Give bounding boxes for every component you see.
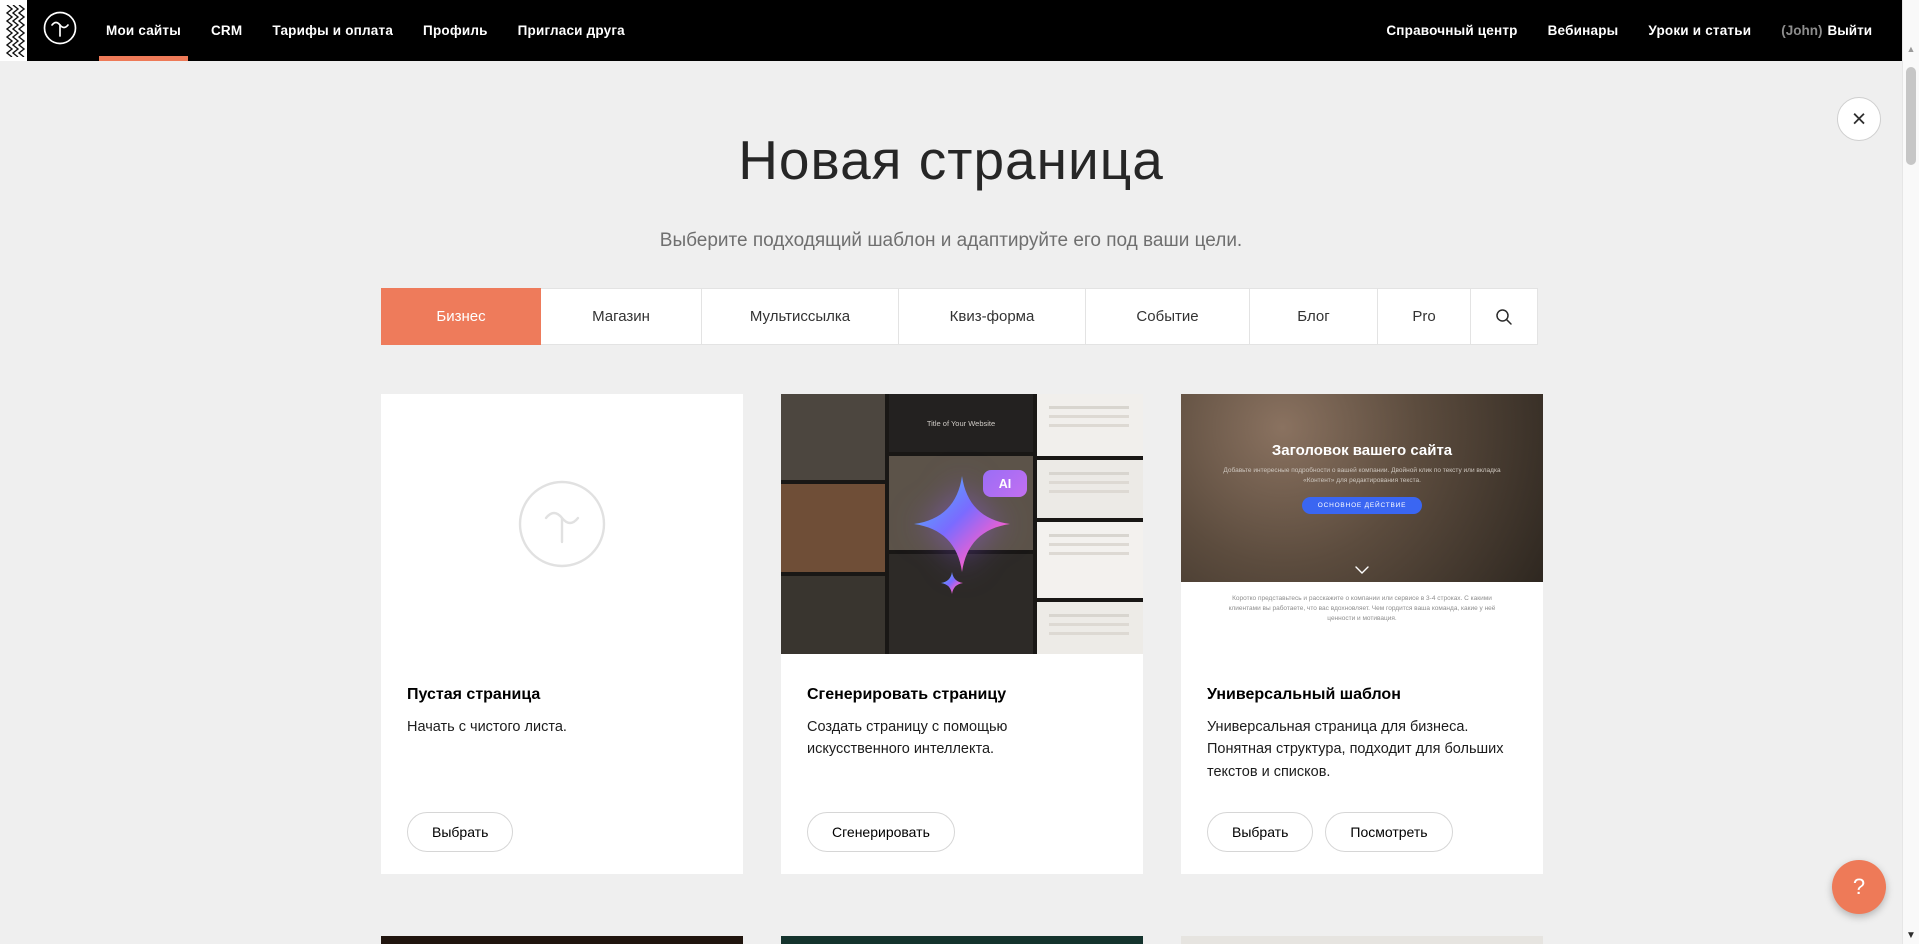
page-scrollbar[interactable]: ▲ ▼: [1902, 0, 1919, 944]
nav-item-pricing[interactable]: Тарифы и оплата: [272, 0, 393, 61]
ai-preview-collage: Title of Your Website AI: [781, 394, 1143, 654]
card-description: Универсальная страница для бизнеса. Поня…: [1207, 716, 1507, 783]
universal-template-preview: Заголовок вашего сайта Добавьте интересн…: [1181, 394, 1543, 654]
template-card-ai-generate: Title of Your Website AI Сгенерировать с…: [781, 394, 1143, 874]
card-title: Пустая страница: [407, 686, 717, 704]
collage-tile: [1037, 460, 1143, 518]
collage-tile: [781, 576, 885, 654]
ai-badge: AI: [983, 470, 1027, 497]
generate-button[interactable]: Сгенерировать: [807, 812, 955, 852]
tab-multilink[interactable]: Мультиссылка: [701, 288, 899, 345]
select-universal-button[interactable]: Выбрать: [1207, 812, 1313, 852]
select-blank-button[interactable]: Выбрать: [407, 812, 513, 852]
tab-event[interactable]: Событие: [1085, 288, 1250, 345]
ai-sparkle-small-icon: [941, 572, 963, 594]
tab-blog[interactable]: Блог: [1249, 288, 1378, 345]
preview-universal-button[interactable]: Посмотреть: [1325, 812, 1452, 852]
nav-item-webinars[interactable]: Вебинары: [1548, 23, 1619, 38]
tab-quiz-form[interactable]: Квиз-форма: [898, 288, 1086, 345]
tab-business[interactable]: Бизнес: [381, 288, 541, 345]
logout-label: Выйти: [1828, 23, 1873, 38]
template-card-universal: Заголовок вашего сайта Добавьте интересн…: [1181, 394, 1543, 874]
collage-tile: [781, 484, 885, 572]
tilda-logo[interactable]: [42, 10, 78, 51]
template-category-tabs: Бизнес Магазин Мультиссылка Квиз-форма С…: [381, 288, 1538, 345]
page-subtitle: Выберите подходящий шаблон и адаптируйте…: [0, 230, 1902, 252]
collage-tile-title: Title of Your Website: [889, 394, 1033, 452]
user-name: (John): [1781, 23, 1822, 38]
search-icon: [1495, 308, 1513, 326]
scroll-up-arrow-icon[interactable]: ▲: [1903, 44, 1919, 54]
main-nav: Мои сайты CRM Тарифы и оплата Профиль Пр…: [106, 0, 625, 61]
partial-template-card[interactable]: [1181, 936, 1543, 944]
collage-tile: [1037, 522, 1143, 598]
help-button[interactable]: ?: [1832, 860, 1886, 914]
question-mark-icon: ?: [1853, 874, 1865, 900]
user-logout[interactable]: (John) Выйти: [1781, 23, 1872, 38]
zigzag-decoration: [0, 0, 27, 61]
scrollbar-thumb[interactable]: [1906, 67, 1916, 165]
nav-item-help-center[interactable]: Справочный центр: [1386, 23, 1517, 38]
nav-item-profile[interactable]: Профиль: [423, 0, 488, 61]
template-body-section: Коротко представьтесь и расскажите о ком…: [1181, 582, 1543, 654]
blank-page-preview: [381, 394, 743, 654]
page: { "navbar": { "items": [ { "label": "Мои…: [0, 0, 1919, 944]
card-description: Начать с чистого листа.: [407, 716, 707, 738]
page-title: Новая страница: [0, 128, 1902, 192]
partial-template-card[interactable]: [381, 936, 743, 944]
top-navbar: Мои сайты CRM Тарифы и оплата Профиль Пр…: [0, 0, 1902, 61]
nav-item-crm[interactable]: CRM: [211, 0, 242, 61]
tab-pro[interactable]: Pro: [1377, 288, 1471, 345]
chevron-down-icon: [1355, 566, 1369, 574]
nav-item-lessons[interactable]: Уроки и статьи: [1648, 23, 1751, 38]
template-hero-subtext: Добавьте интересные подробности о вашей …: [1222, 466, 1502, 486]
template-hero: Заголовок вашего сайта Добавьте интересн…: [1181, 394, 1543, 582]
card-title: Универсальный шаблон: [1207, 686, 1517, 704]
template-card-blank: Пустая страница Начать с чистого листа. …: [381, 394, 743, 874]
collage-site-title: Title of Your Website: [927, 419, 995, 428]
nav-item-my-sites[interactable]: Мои сайты: [106, 0, 181, 61]
nav-item-invite-friend[interactable]: Пригласи друга: [518, 0, 625, 61]
secondary-nav: Справочный центр Вебинары Уроки и статьи…: [1386, 23, 1902, 38]
tab-store[interactable]: Магазин: [540, 288, 702, 345]
collage-tile: [1037, 602, 1143, 654]
collage-tile: [781, 394, 885, 480]
card-title: Сгенерировать страницу: [807, 686, 1117, 704]
tab-search[interactable]: [1470, 288, 1538, 345]
scroll-down-arrow-icon[interactable]: ▼: [1903, 930, 1919, 941]
template-hero-cta: Основное действие: [1302, 497, 1423, 514]
card-description: Создать страницу с помощью искусственног…: [807, 716, 1107, 761]
template-hero-heading: Заголовок вашего сайта: [1181, 442, 1543, 459]
partial-template-card[interactable]: [781, 936, 1143, 944]
collage-tile: [1037, 394, 1143, 456]
template-body-text: Коротко представьтесь и расскажите о ком…: [1228, 594, 1496, 624]
tilda-watermark-icon: [517, 479, 607, 569]
